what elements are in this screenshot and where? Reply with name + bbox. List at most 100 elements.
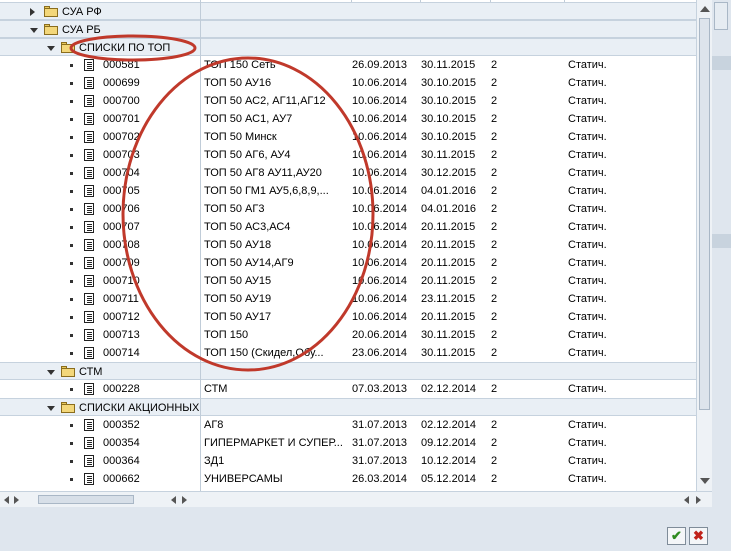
scroll-right-icon[interactable]: [14, 496, 19, 504]
document-icon: [84, 329, 94, 341]
scroll-thumb[interactable]: [699, 18, 710, 410]
scroll-up-icon[interactable]: [700, 6, 710, 12]
confirm-button[interactable]: ✔: [667, 527, 686, 545]
tree-item-row[interactable]: 000699 ТОП 50 АУ16 10.06.2014 30.10.2015 2 Ст…: [0, 74, 696, 92]
item-type: Статич.: [568, 95, 607, 107]
tree-item-row[interactable]: 000709 ТОП 50 АУ14,АГ9 10.06.2014 20.11.201…: [0, 254, 696, 272]
expand-down-icon[interactable]: [47, 406, 55, 411]
scroll-right-icon[interactable]: [696, 496, 701, 504]
bullet-icon: [70, 460, 73, 463]
tree-item-row[interactable]: 000711 ТОП 50 АУ19 10.06.2014 23.11.2015 2 Ст…: [0, 290, 696, 308]
item-description: ТОП 50 АС1, АУ7: [204, 113, 293, 125]
item-type: Статич.: [568, 257, 607, 269]
tree-item-row[interactable]: 000710 ТОП 50 АУ15 10.06.2014 20.11.2015 2 Ст…: [0, 272, 696, 290]
tree-item-row[interactable]: 000352 АГ8 31.07.2013 02.12.2014 2 Статич.: [0, 416, 696, 434]
panel-handle[interactable]: [714, 2, 728, 30]
tree-folder-row[interactable]: СТМ: [0, 362, 696, 380]
cancel-button[interactable]: ✖: [689, 527, 708, 545]
tree-folder-row[interactable]: СУА РФ: [0, 2, 696, 20]
item-id: 000662: [103, 473, 140, 485]
item-date-from: 10.06.2014: [352, 203, 408, 215]
tree-item-row[interactable]: 000581 ТОП 150 Сеть 26.09.2013 30.11.2015 2 С…: [0, 56, 696, 74]
scroll-left-icon[interactable]: [4, 496, 9, 504]
item-id: 000700: [103, 95, 140, 107]
item-date-from: 07.03.2013: [352, 383, 408, 395]
folder-label: СПИСКИ АКЦИОННЫХ: [79, 402, 200, 414]
tree-folder-row[interactable]: СПИСКИ ПО ТОП: [0, 38, 696, 56]
item-date-to: 23.11.2015: [421, 293, 476, 305]
document-icon: [84, 203, 94, 215]
item-id: 000228: [103, 383, 140, 395]
item-type: Статич.: [568, 329, 607, 341]
column-separator: [564, 0, 565, 2]
item-number: 2: [491, 239, 498, 251]
item-date-to: 30.11.2015: [421, 149, 476, 161]
item-date-to: 20.11.2015: [421, 239, 476, 251]
tree-item-row[interactable]: 000702 ТОП 50 Минск 10.06.2014 30.10.2015 2 С…: [0, 128, 696, 146]
horizontal-scrollbar[interactable]: [0, 491, 712, 507]
tree-item-row[interactable]: 000354 ГИПЕРМАРКЕТ И СУПЕР... 31.07.2013 09…: [0, 434, 696, 452]
tree-item-row[interactable]: 000228 СТМ 07.03.2013 02.12.2014 2 Статич.: [0, 380, 696, 398]
expand-down-icon[interactable]: [47, 46, 55, 51]
item-id: 000352: [103, 419, 140, 431]
item-id: 000354: [103, 437, 140, 449]
scroll-left-icon[interactable]: [684, 496, 689, 504]
tree-item-row[interactable]: 000714 ТОП 150 (Скидел,Обу... 23.06.2014 30…: [0, 344, 696, 362]
tree-item-row[interactable]: 000364 ЗД1 31.07.2013 10.12.2014 2 Статич.: [0, 452, 696, 470]
item-id: 000706: [103, 203, 140, 215]
item-description: ТОП 50 АУ19: [204, 293, 272, 305]
tree-item-row[interactable]: 000707 ТОП 50 АС3,АС4 10.06.2014 20.11.2015…: [0, 218, 696, 236]
item-date-from: 10.06.2014: [352, 113, 408, 125]
folder-label: СУА РФ: [62, 6, 102, 18]
tree-item-row[interactable]: 000700 ТОП 50 АС2, АГ11,АГ12 10.06.2014 30.…: [0, 92, 696, 110]
expand-down-icon[interactable]: [47, 370, 55, 375]
item-type: Статич.: [568, 419, 607, 431]
bullet-icon: [70, 334, 73, 337]
item-description: ТОП 50 Минск: [204, 131, 277, 143]
item-date-from: 10.06.2014: [352, 95, 408, 107]
item-description: ТОП 50 АС3,АС4: [204, 221, 291, 233]
item-number: 2: [491, 185, 498, 197]
item-date-to: 20.11.2015: [421, 257, 476, 269]
document-icon: [84, 167, 94, 179]
document-icon: [84, 419, 94, 431]
bullet-icon: [70, 424, 73, 427]
vertical-scrollbar[interactable]: [696, 0, 712, 491]
tree-item-row[interactable]: 000701 ТОП 50 АС1, АУ7 10.06.2014 30.10.201…: [0, 110, 696, 128]
scroll-right-icon[interactable]: [182, 496, 187, 504]
document-icon: [84, 95, 94, 107]
item-description: ТОП 50 АУ14,АГ9: [204, 257, 294, 269]
expand-right-icon[interactable]: [30, 8, 35, 16]
item-description: ТОП 150 Сеть: [204, 59, 276, 71]
tree-folder-row[interactable]: СУА РБ: [0, 20, 696, 38]
item-type: Статич.: [568, 77, 607, 89]
document-icon: [84, 437, 94, 449]
scroll-down-icon[interactable]: [700, 478, 710, 484]
tree-item-row[interactable]: 000662 УНИВЕРСАМЫ 26.03.2014 05.12.2014 2 Ста…: [0, 470, 696, 488]
bullet-icon: [70, 388, 73, 391]
item-date-from: 10.06.2014: [352, 77, 408, 89]
item-date-from: 10.06.2014: [352, 167, 408, 179]
tree-item-row[interactable]: 000712 ТОП 50 АУ17 10.06.2014 20.11.2015 2 Ст…: [0, 308, 696, 326]
tree-item-row[interactable]: 000713 ТОП 150 20.06.2014 30.11.2015 2 Статич…: [0, 326, 696, 344]
tree-item-row[interactable]: 000708 ТОП 50 АУ18 10.06.2014 20.11.2015 2 Ст…: [0, 236, 696, 254]
tree-item-row[interactable]: 000703 ТОП 50 АГ6, АУ4 10.06.2014 30.11.201…: [0, 146, 696, 164]
tree-item-row[interactable]: 000706 ТОП 50 АГ3 10.06.2014 04.01.2016 2 Ста…: [0, 200, 696, 218]
column-separator: [420, 0, 421, 2]
tree-table: СУА РФ СУА РБ СПИСКИ ПО ТОП 000581 ТОП 150 С…: [0, 0, 712, 491]
tree-item-row[interactable]: 000705 ТОП 50 ГМ1 АУ5,6,8,9,... 10.06.2014…: [0, 182, 696, 200]
expand-down-icon[interactable]: [30, 28, 38, 33]
item-type: Статич.: [568, 437, 607, 449]
bullet-icon: [70, 226, 73, 229]
item-id: 000710: [103, 275, 140, 287]
item-description: ТОП 50 АГ8 АУ11,АУ20: [204, 167, 322, 179]
item-number: 2: [491, 203, 498, 215]
tree-folder-row[interactable]: СПИСКИ АКЦИОННЫХ: [0, 398, 696, 416]
scroll-left-icon[interactable]: [171, 496, 176, 504]
tree-item-row[interactable]: 000704 ТОП 50 АГ8 АУ11,АУ20 10.06.2014 30.1…: [0, 164, 696, 182]
folder-icon: [61, 42, 75, 53]
item-date-to: 20.11.2015: [421, 275, 476, 287]
horizontal-scroll-thumb[interactable]: [38, 495, 134, 504]
document-icon: [84, 311, 94, 323]
item-type: Статич.: [568, 275, 607, 287]
